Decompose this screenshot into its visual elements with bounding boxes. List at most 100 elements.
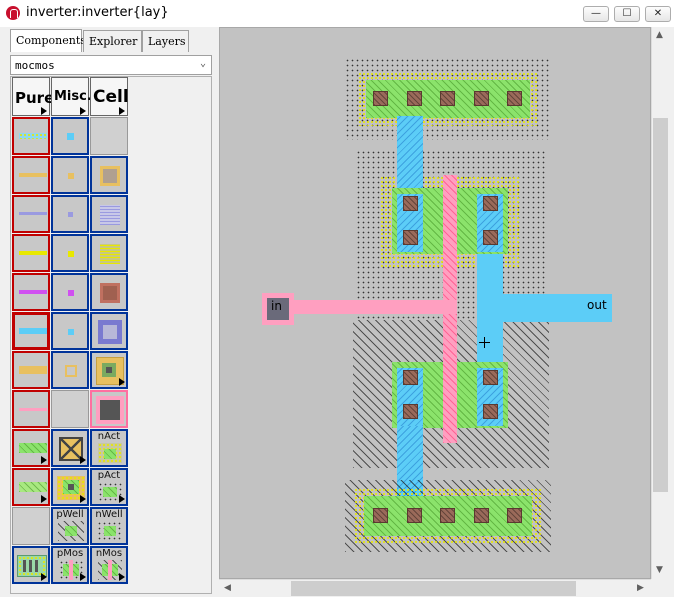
vertical-scrollbar[interactable]: ▲ ▼ (651, 27, 668, 579)
title-bar[interactable]: inverter:inverter{lay} — ☐ ✕ (0, 0, 674, 27)
node-swatch (100, 244, 120, 264)
palette-header-pure-label: Pure (15, 89, 55, 107)
palette-pure-metal3-wire[interactable] (12, 273, 50, 311)
contact (403, 404, 418, 419)
palette-pure-pactive-wire[interactable] (12, 468, 50, 506)
node-swatch (100, 283, 120, 303)
scroll-up-arrow-icon[interactable]: ▲ (656, 30, 663, 40)
submenu-arrow-icon (119, 495, 125, 503)
palette-misc-well-contact[interactable] (51, 468, 89, 506)
palette-cell-nmos[interactable]: nMos (90, 546, 128, 584)
palette-cell-metal3-node[interactable] (90, 273, 128, 311)
palette-misc-pin-g[interactable] (51, 351, 89, 389)
palette-misc-pin-f[interactable] (51, 312, 89, 350)
gate-swatch (69, 560, 73, 580)
pin-swatch (68, 173, 74, 179)
palette-misc-pin-d[interactable] (51, 234, 89, 272)
palette-pure-metal1-wire[interactable] (12, 312, 50, 350)
palette-empty-cell (12, 507, 50, 545)
wire-swatch (19, 133, 47, 139)
node-swatch-inner (100, 400, 120, 420)
minimize-button[interactable]: — (583, 6, 609, 22)
palette-cell-pact[interactable]: pAct (90, 468, 128, 506)
contact (483, 370, 498, 385)
vertical-scroll-thumb[interactable] (653, 118, 668, 492)
crosshair-icon-vertical (484, 337, 485, 348)
palette-header-pure[interactable]: Pure (12, 77, 54, 116)
export-label-in[interactable]: in (271, 299, 282, 313)
tab-layers[interactable]: Layers (142, 30, 189, 52)
cross-icon (61, 439, 81, 459)
palette-pure-metal2-wire[interactable] (12, 195, 50, 233)
palette-cell-nact[interactable]: nAct (90, 429, 128, 467)
palette-cell-metal2-node[interactable] (90, 195, 128, 233)
submenu-arrow-icon (41, 495, 47, 503)
pact-label: pAct (97, 470, 121, 481)
contact (373, 91, 388, 106)
palette-cell-poly-node[interactable] (90, 156, 128, 194)
node-swatch (100, 166, 120, 186)
contact (507, 91, 522, 106)
palette-pure-select-wire[interactable] (12, 234, 50, 272)
palette-cell-metal1-node[interactable] (90, 312, 128, 350)
contact (440, 508, 455, 523)
palette-misc-pin-e[interactable] (51, 273, 89, 311)
contact-swatch (106, 367, 112, 373)
contact-swatch (23, 560, 41, 572)
pmos-label: pMos (56, 548, 84, 559)
palette-cell-nwell[interactable]: nWell (90, 507, 128, 545)
contact (474, 91, 489, 106)
palette-pure-poly2-wire[interactable] (12, 351, 50, 389)
nmos-label: nMos (95, 548, 123, 559)
contact-swatch (68, 484, 74, 490)
contact (403, 370, 418, 385)
palette-pure-active-wire[interactable] (12, 429, 50, 467)
export-label-out[interactable]: out (587, 298, 607, 312)
component-palette: Pure Misc. Cell nAct pAct pWell nWell pM… (10, 76, 212, 594)
layout-canvas[interactable]: in out (219, 27, 651, 579)
pin-swatch (65, 365, 77, 377)
tab-components[interactable]: Components (10, 29, 86, 52)
palette-misc-pin-c[interactable] (51, 195, 89, 233)
submenu-arrow-icon (41, 573, 47, 581)
pin-swatch (68, 212, 73, 217)
contact (483, 196, 498, 211)
maximize-button[interactable]: ☐ (614, 6, 640, 22)
pin-swatch (68, 290, 74, 296)
contact (483, 404, 498, 419)
scroll-right-arrow-icon[interactable]: ▶ (637, 583, 644, 593)
submenu-arrow-icon (80, 456, 86, 464)
palette-pure-metal-dots[interactable] (12, 117, 50, 155)
palette-pure-poly1-wire[interactable] (12, 390, 50, 428)
node-swatch-inner (104, 526, 116, 536)
scroll-left-arrow-icon[interactable]: ◀ (224, 583, 231, 593)
palette-cell-poly-contact[interactable] (90, 351, 128, 389)
close-button[interactable]: ✕ (645, 6, 671, 22)
palette-header-misc[interactable]: Misc. (51, 77, 92, 116)
wire-swatch (19, 212, 47, 215)
horizontal-scroll-thumb[interactable] (291, 581, 576, 596)
wire-swatch (19, 290, 47, 294)
horizontal-scrollbar[interactable]: ◀ ▶ (219, 579, 651, 596)
tab-explorer[interactable]: Explorer (83, 30, 142, 52)
palette-header-cell[interactable]: Cell (90, 77, 129, 116)
palette-cell-pmos[interactable]: pMos (51, 546, 89, 584)
submenu-arrow-icon (41, 456, 47, 464)
scroll-down-arrow-icon[interactable]: ▼ (656, 565, 663, 575)
technology-select[interactable]: mocmos ⌄ (10, 55, 212, 75)
palette-misc-active-contact[interactable] (51, 429, 89, 467)
palette-misc-pin-a[interactable] (51, 117, 89, 155)
palette-cell-pwell[interactable]: pWell (51, 507, 89, 545)
palette-cell-select-node[interactable] (90, 234, 128, 272)
contact (407, 91, 422, 106)
contact (373, 508, 388, 523)
palette-header-misc-label: Misc. (54, 89, 92, 104)
gate-swatch (108, 560, 112, 580)
wire-swatch (19, 408, 47, 411)
input-poly-wire (290, 300, 457, 314)
palette-cell-poly1-node[interactable] (90, 390, 128, 428)
palette-cell-substrate-contact[interactable] (12, 546, 50, 584)
wire-swatch (19, 328, 47, 334)
palette-pure-poly-wire[interactable] (12, 156, 50, 194)
palette-misc-pin-b[interactable] (51, 156, 89, 194)
